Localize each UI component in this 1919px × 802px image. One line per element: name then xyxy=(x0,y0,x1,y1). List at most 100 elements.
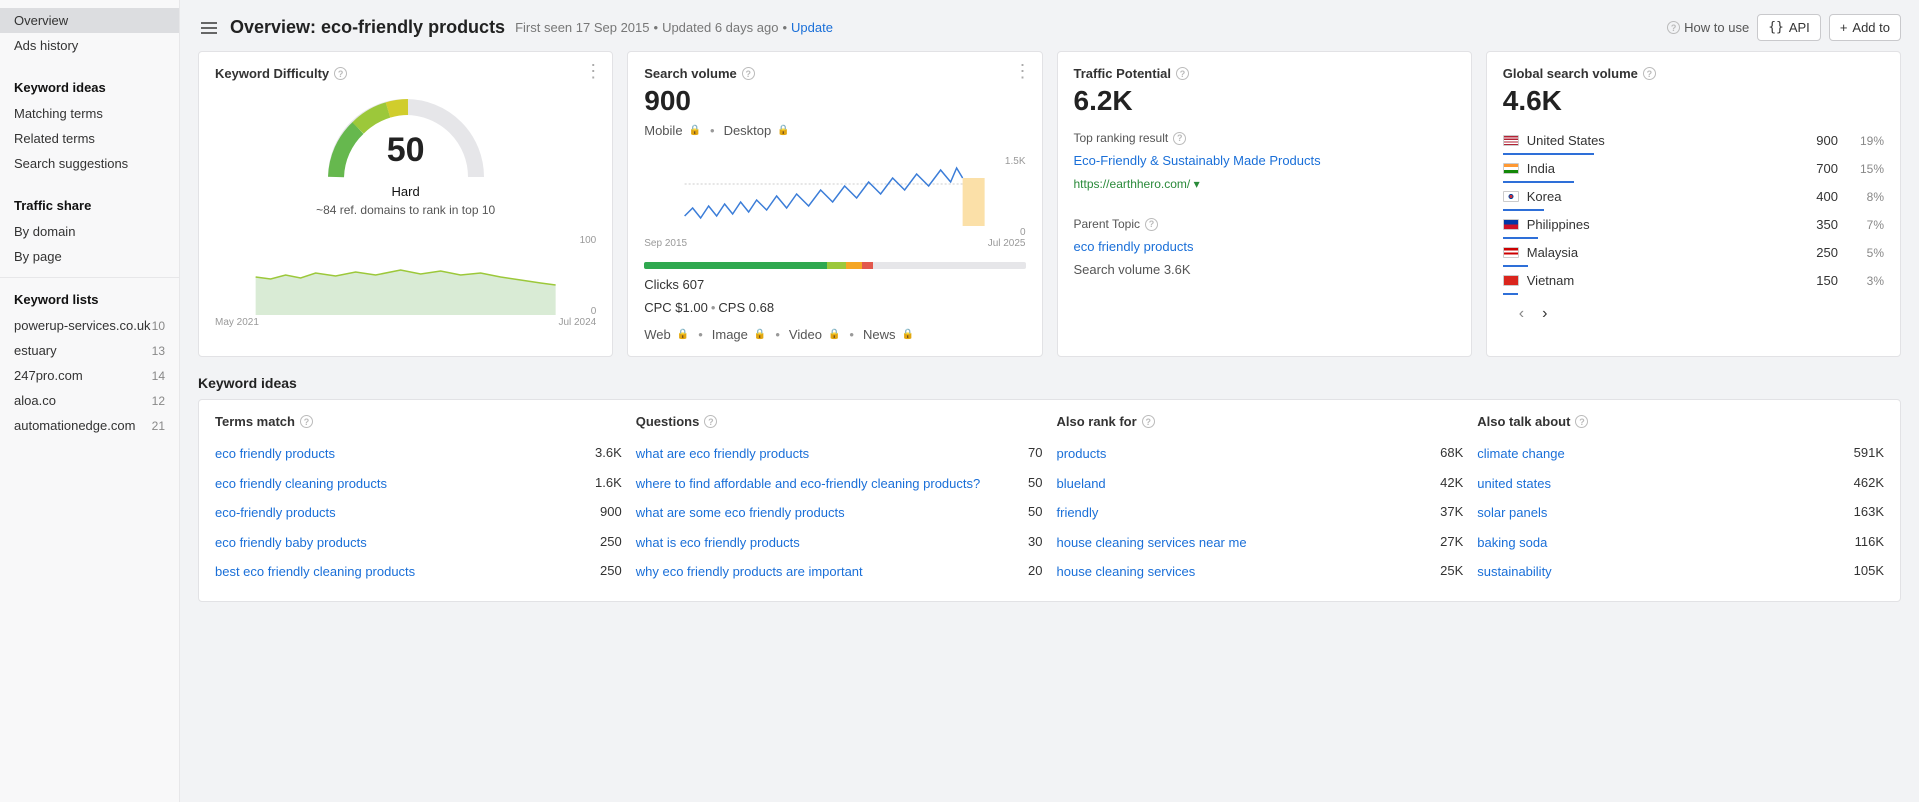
country-row[interactable]: Korea4008% xyxy=(1503,183,1884,211)
keyword-value: 116K xyxy=(1855,534,1884,549)
keyword-link[interactable]: sustainability xyxy=(1477,563,1843,581)
help-icon[interactable]: ? xyxy=(300,415,313,428)
keyword-link[interactable]: united states xyxy=(1477,475,1843,493)
sidebar: Overview Ads history Keyword ideas Match… xyxy=(0,0,180,802)
keyword-difficulty-card: ⋮ Keyword Difficulty? 50 Hard ~84 ref. d… xyxy=(198,51,613,357)
help-icon[interactable]: ? xyxy=(1643,67,1656,80)
idea-row: sustainability 105K xyxy=(1477,557,1884,587)
idea-row: what are some eco friendly products 50 xyxy=(636,498,1043,528)
keyword-link[interactable]: best eco friendly cleaning products xyxy=(215,563,590,581)
country-row[interactable]: Malaysia2505% xyxy=(1503,239,1884,267)
prev-page-icon[interactable]: ‹ xyxy=(1519,305,1524,323)
code-icon: {} xyxy=(1768,20,1784,35)
sidebar-search-suggestions[interactable]: Search suggestions xyxy=(0,151,179,176)
sidebar-by-page[interactable]: By page xyxy=(0,244,179,269)
idea-row: climate change591K xyxy=(1477,439,1884,469)
keyword-link[interactable]: baking soda xyxy=(1477,534,1844,552)
keyword-link[interactable]: friendly xyxy=(1057,504,1431,522)
keyword-value: 50 xyxy=(1028,504,1042,519)
page-header: Overview: eco-friendly products First se… xyxy=(198,0,1901,51)
keyword-list-item[interactable]: estuary13 xyxy=(0,338,179,363)
parent-topic-link[interactable]: eco friendly products xyxy=(1074,239,1194,254)
keyword-list-item[interactable]: 247pro.com14 xyxy=(0,363,179,388)
gv-title: Global search volume xyxy=(1503,66,1638,81)
keyword-link[interactable]: products xyxy=(1057,445,1431,463)
how-to-use-link[interactable]: ?How to use xyxy=(1667,20,1749,35)
sidebar-related-terms[interactable]: Related terms xyxy=(0,126,179,151)
axis-date: May 2021 xyxy=(215,317,259,328)
parent-topic-label: Parent Topic xyxy=(1074,217,1141,231)
kd-value: 50 xyxy=(316,131,496,170)
cps-value: CPS 0.68 xyxy=(718,300,774,315)
sidebar-overview[interactable]: Overview xyxy=(0,8,179,33)
kd-gauge: 50 xyxy=(316,87,496,182)
sv-desktop-label: Desktop xyxy=(724,123,772,138)
keyword-link[interactable]: eco-friendly products xyxy=(215,504,590,522)
help-icon[interactable]: ? xyxy=(1176,67,1189,80)
card-menu-icon[interactable]: ⋮ xyxy=(584,62,602,80)
lock-icon: 🔒 xyxy=(677,329,689,340)
top-ranking-url[interactable]: https://earthhero.com/ ▾ xyxy=(1074,177,1200,191)
parent-topic-sv: Search volume 3.6K xyxy=(1074,262,1455,277)
flag-icon xyxy=(1503,219,1519,230)
top-ranking-label: Top ranking result xyxy=(1074,131,1169,145)
axis-label: 0 xyxy=(1020,227,1026,238)
country-row[interactable]: United States90019% xyxy=(1503,127,1884,155)
country-row[interactable]: Vietnam1503% xyxy=(1503,267,1884,295)
keyword-list-item[interactable]: powerup-services.co.uk10 xyxy=(0,313,179,338)
keyword-link[interactable]: eco friendly baby products xyxy=(215,534,590,552)
flag-icon xyxy=(1503,247,1519,258)
also-rank-column: Also rank for? products68Kblueland42Kfri… xyxy=(1057,414,1464,587)
keyword-link[interactable]: house cleaning services near me xyxy=(1057,534,1431,552)
keyword-link[interactable]: climate change xyxy=(1477,445,1843,463)
help-icon: ? xyxy=(1667,21,1680,34)
top-ranking-result[interactable]: Eco-Friendly & Sustainably Made Products xyxy=(1074,153,1321,168)
help-icon[interactable]: ? xyxy=(334,67,347,80)
help-icon[interactable]: ? xyxy=(704,415,717,428)
idea-row: where to find affordable and eco-friendl… xyxy=(636,469,1043,499)
keyword-link[interactable]: eco friendly cleaning products xyxy=(215,475,585,493)
keyword-link[interactable]: what are some eco friendly products xyxy=(636,504,1018,522)
flag-icon xyxy=(1503,163,1519,174)
card-menu-icon[interactable]: ⋮ xyxy=(1014,62,1032,80)
api-button[interactable]: {}API xyxy=(1757,14,1821,41)
keyword-link[interactable]: where to find affordable and eco-friendl… xyxy=(636,475,1018,493)
lock-icon: 🔒 xyxy=(689,125,701,136)
help-icon[interactable]: ? xyxy=(1575,415,1588,428)
sv-value: 900 xyxy=(644,85,1025,117)
sidebar-ads-history[interactable]: Ads history xyxy=(0,33,179,58)
idea-row: house cleaning services near me27K xyxy=(1057,528,1464,558)
country-row[interactable]: Philippines3507% xyxy=(1503,211,1884,239)
keyword-link[interactable]: why eco friendly products are important xyxy=(636,563,1018,581)
keyword-value: 105K xyxy=(1854,563,1884,578)
idea-row: united states462K xyxy=(1477,469,1884,499)
idea-row: best eco friendly cleaning products250 xyxy=(215,557,622,587)
menu-toggle-icon[interactable] xyxy=(198,19,220,37)
keyword-link[interactable]: solar panels xyxy=(1477,504,1843,522)
help-icon[interactable]: ? xyxy=(1142,415,1155,428)
country-row[interactable]: India70015% xyxy=(1503,155,1884,183)
keyword-link[interactable]: what are eco friendly products xyxy=(636,445,1018,463)
keyword-link[interactable]: house cleaning services xyxy=(1057,563,1431,581)
keyword-list-item[interactable]: aloa.co12 xyxy=(0,388,179,413)
help-icon[interactable]: ? xyxy=(1145,218,1158,231)
clicks-bar xyxy=(644,262,1025,269)
sidebar-by-domain[interactable]: By domain xyxy=(0,219,179,244)
update-link[interactable]: Update xyxy=(791,20,833,35)
help-icon[interactable]: ? xyxy=(1173,132,1186,145)
traffic-potential-card: Traffic Potential? 6.2K Top ranking resu… xyxy=(1057,51,1472,357)
keyword-list-item[interactable]: automationedge.com21 xyxy=(0,413,179,438)
sidebar-matching-terms[interactable]: Matching terms xyxy=(0,101,179,126)
keyword-link[interactable]: eco friendly products xyxy=(215,445,585,463)
keyword-link[interactable]: what is eco friendly products xyxy=(636,534,1018,552)
add-to-button[interactable]: +Add to xyxy=(1829,14,1901,41)
sv-image: Image xyxy=(712,327,748,342)
idea-row: friendly37K xyxy=(1057,498,1464,528)
also-talk-column: Also talk about? climate change591Kunite… xyxy=(1477,414,1884,587)
lock-icon: 🔒 xyxy=(901,329,913,340)
help-icon[interactable]: ? xyxy=(742,67,755,80)
keyword-link[interactable]: blueland xyxy=(1057,475,1431,493)
kd-subtext: ~84 ref. domains to rank in top 10 xyxy=(316,203,495,217)
next-page-icon[interactable]: › xyxy=(1542,305,1547,323)
idea-row: eco-friendly products900 xyxy=(215,498,622,528)
